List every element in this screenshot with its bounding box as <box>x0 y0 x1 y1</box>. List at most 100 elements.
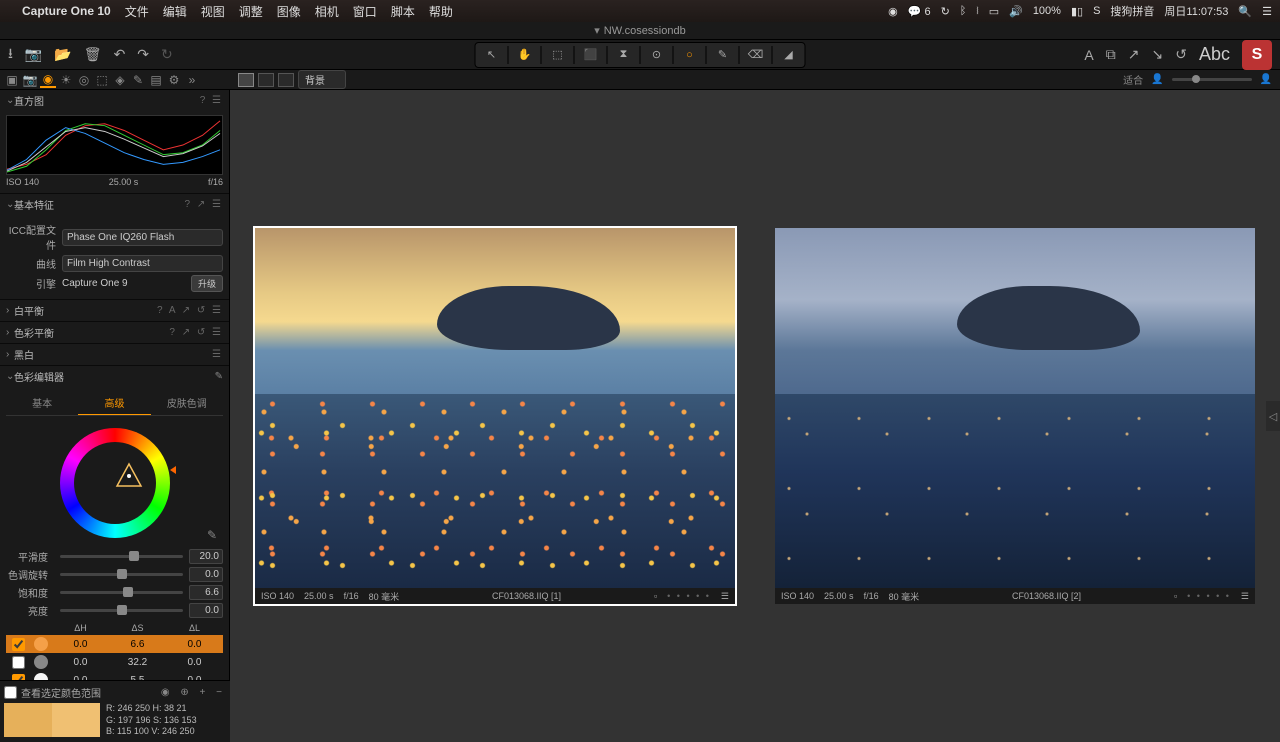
folder-icon[interactable]: 📂 <box>54 46 71 63</box>
bluetooth-icon[interactable]: ᛒ <box>960 5 967 17</box>
smoothness-slider[interactable] <box>60 555 183 558</box>
tab-more-icon[interactable]: » <box>184 72 200 88</box>
capture-icon[interactable]: 📷 <box>25 46 42 63</box>
delta-checkbox[interactable] <box>12 656 25 669</box>
panel-menu-icon[interactable]: ? ↗ ☰ <box>185 199 223 210</box>
trash-icon[interactable]: 🗑 <box>84 46 102 63</box>
ce-tab-basic[interactable]: 基本 <box>6 391 78 415</box>
tab-output-icon[interactable]: ⚙ <box>166 72 182 88</box>
notification-icon[interactable]: ☰ <box>1262 5 1272 18</box>
target-icon[interactable]: ⊕ <box>180 687 192 698</box>
volume-icon[interactable]: 🔊 <box>1009 5 1023 18</box>
ime-label[interactable]: 搜狗拼音 <box>1110 3 1154 19</box>
upgrade-button[interactable]: 升级 <box>191 275 223 292</box>
menu-help[interactable]: 帮助 <box>429 3 453 20</box>
spot-tool-icon[interactable]: ⊙ <box>647 46 667 64</box>
zoom-user2-icon[interactable]: 👤 <box>1260 74 1272 85</box>
rotate-icon[interactable]: ↻ <box>161 46 173 63</box>
tab-details-icon[interactable]: ◈ <box>112 72 128 88</box>
lightness-value[interactable]: 0.0 <box>189 603 223 618</box>
delta-row[interactable]: 0.032.20.0 <box>6 653 223 671</box>
curve-select[interactable]: Film High Contrast <box>62 255 223 272</box>
smoothness-value[interactable]: 20.0 <box>189 549 223 564</box>
image-thumbnail[interactable]: ISO 14025.00 sf/1680 毫米CF013068.IIQ [2]▫… <box>775 228 1255 604</box>
abc-label[interactable]: Abc <box>1199 44 1230 65</box>
menu-camera[interactable]: 相机 <box>315 3 339 20</box>
pointer-tool-icon[interactable]: ↖ <box>482 46 502 64</box>
collapse-right-icon[interactable]: ◁ <box>1266 401 1280 431</box>
image-thumbnail[interactable]: ISO 14025.00 sf/1680 毫米CF013068.IIQ [1]▫… <box>255 228 735 604</box>
menu-icon[interactable]: ☰ <box>721 591 729 602</box>
huerotation-value[interactable]: 0.0 <box>189 567 223 582</box>
annotate-icon[interactable]: A <box>1084 47 1093 63</box>
lightness-slider[interactable] <box>60 609 183 612</box>
zoom-user-icon[interactable]: 👤 <box>1151 74 1163 85</box>
crop-tool-icon[interactable]: ⬚ <box>548 46 568 64</box>
gradient-tool-icon[interactable]: ◢ <box>779 46 799 64</box>
mask-tool-icon[interactable]: ○ <box>680 46 700 64</box>
color-patch-1[interactable] <box>4 703 52 737</box>
cc-icon[interactable]: ◉ <box>888 5 898 18</box>
menu-image[interactable]: 图像 <box>277 3 301 20</box>
menu-edit[interactable]: 编辑 <box>163 3 187 20</box>
wb-panel-header[interactable]: ›白平衡? A ↗ ↺ ☰ <box>0 300 229 321</box>
app-name[interactable]: Capture One 10 <box>22 4 111 18</box>
huerotation-slider[interactable] <box>60 573 183 576</box>
wheel-triangle[interactable] <box>115 462 143 490</box>
view-split-icon[interactable] <box>278 73 294 87</box>
delta-row[interactable]: 0.06.60.0 <box>6 635 223 653</box>
menu-script[interactable]: 脚本 <box>391 3 415 20</box>
ime-icon[interactable]: S <box>1093 5 1100 17</box>
tab-color-icon[interactable]: ◉ <box>40 72 56 88</box>
zoom-slider[interactable] <box>1172 78 1252 81</box>
icc-profile-select[interactable]: Phase One IQ260 Flash <box>62 229 223 246</box>
background-select[interactable]: 背景 <box>298 70 346 89</box>
keystone-tool-icon[interactable]: ⧗ <box>614 46 634 64</box>
panel-menu-icon[interactable]: ? ☰ <box>200 95 223 106</box>
apply-up-icon[interactable]: ↗ <box>1128 46 1140 63</box>
display-icon[interactable]: ▭ <box>989 5 999 18</box>
remove-icon[interactable]: − <box>216 687 226 698</box>
colorbalance-panel-header[interactable]: ›色彩平衡? ↗ ↺ ☰ <box>0 322 229 343</box>
view-single-icon[interactable] <box>258 73 274 87</box>
apply-down-icon[interactable]: ↘ <box>1152 46 1164 63</box>
straighten-tool-icon[interactable]: ⬛ <box>581 46 601 64</box>
ce-tab-advanced[interactable]: 高级 <box>78 391 150 415</box>
tab-meta-icon[interactable]: ▤ <box>148 72 164 88</box>
saturation-slider[interactable] <box>60 591 183 594</box>
menu-icon[interactable]: ☰ <box>1241 591 1249 602</box>
add-icon[interactable]: + <box>200 687 210 698</box>
variant-icon[interactable]: ▫ <box>654 591 657 601</box>
color-patch-2[interactable] <box>52 703 100 737</box>
menu-file[interactable]: 文件 <box>125 3 149 20</box>
color-wheel[interactable] <box>60 428 170 538</box>
search-icon[interactable]: 🔍 <box>1238 5 1252 18</box>
tab-adjust-icon[interactable]: ✎ <box>130 72 146 88</box>
redo-icon[interactable]: ↷ <box>137 46 149 63</box>
wechat-icon[interactable]: 💬 6 <box>908 5 931 18</box>
eyedropper-icon[interactable]: ✎ <box>207 528 217 542</box>
bw-panel-header[interactable]: ›黑白☰ <box>0 344 229 365</box>
tab-library-icon[interactable]: ▣ <box>4 72 20 88</box>
battery-icon[interactable]: ▮▯ <box>1071 5 1083 18</box>
import-icon[interactable]: ⭳ <box>8 43 13 67</box>
erase-tool-icon[interactable]: ⌫ <box>746 46 766 64</box>
clock[interactable]: 周日11:07:53 <box>1164 3 1228 19</box>
ce-tab-skin[interactable]: 皮肤色调 <box>151 391 223 415</box>
undo-icon[interactable]: ↶ <box>114 46 126 63</box>
delta-checkbox[interactable] <box>12 638 25 651</box>
saturation-value[interactable]: 6.6 <box>189 585 223 600</box>
menu-window[interactable]: 窗口 <box>353 3 377 20</box>
menu-adjust[interactable]: 调整 <box>239 3 263 20</box>
variant-icon[interactable]: ▫ <box>1174 591 1177 601</box>
brush-tool-icon[interactable]: ✎ <box>713 46 733 64</box>
tab-capture-icon[interactable]: 📷 <box>22 72 38 88</box>
copy-icon[interactable]: ⧉ <box>1106 46 1116 63</box>
tab-exposure-icon[interactable]: ☀ <box>58 72 74 88</box>
view-range-checkbox[interactable] <box>4 686 17 699</box>
reset-icon[interactable]: ↺ <box>1175 46 1187 63</box>
menu-view[interactable]: 视图 <box>201 3 225 20</box>
tab-lens-icon[interactable]: ◎ <box>76 72 92 88</box>
tab-crop-icon[interactable]: ⬚ <box>94 72 110 88</box>
wifi-icon[interactable]: ⧘ <box>976 5 978 18</box>
